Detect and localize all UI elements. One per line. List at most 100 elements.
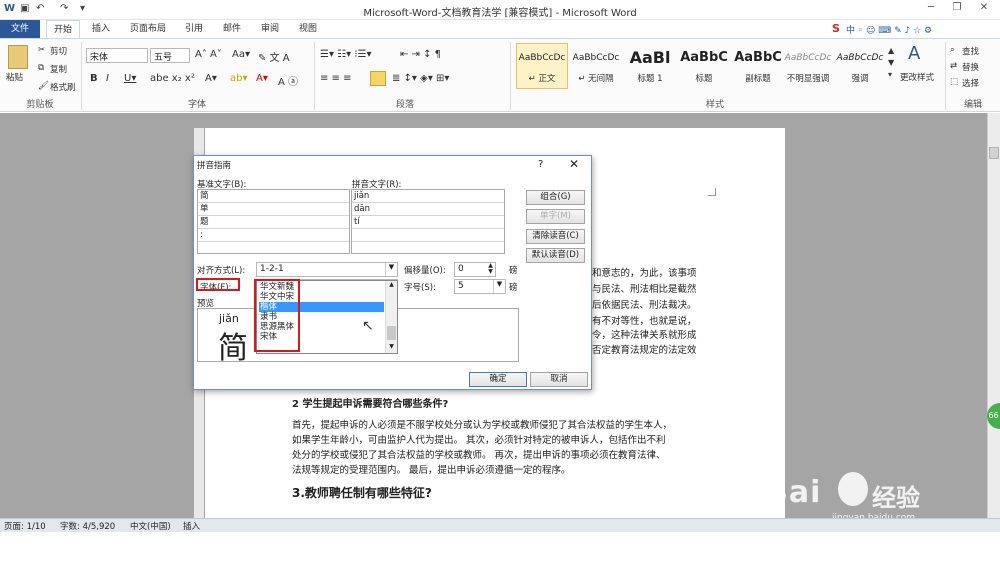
dropdown-scrollbar[interactable]: ▲ ▼	[385, 281, 397, 353]
close-window-icon[interactable]: ✕	[973, 2, 995, 17]
clear-reading-button[interactable]: 清除读音(C)	[526, 229, 585, 244]
replace-icon[interactable]: ⇄	[950, 61, 957, 71]
body-line: 和意志的，为此，该事项	[592, 268, 697, 279]
select-icon[interactable]: ⬚	[950, 77, 958, 87]
scroll-down-icon[interactable]: ▼	[386, 343, 397, 350]
cancel-button[interactable]: 取消	[530, 372, 588, 387]
single-char-button[interactable]: 单字(M)	[526, 209, 585, 224]
style-title[interactable]: AaBbC 标题	[678, 43, 730, 89]
chevron-down-icon[interactable]: ▼	[493, 280, 505, 293]
vertical-scrollbar[interactable]	[987, 113, 1000, 518]
justify-icon[interactable]	[370, 71, 386, 86]
format-painter-icon[interactable]: 🖌	[38, 81, 49, 91]
indent-icon[interactable]: ⇤ ⇥ ↕ ¶	[400, 49, 441, 60]
page-count[interactable]: 页面: 1/10	[4, 520, 46, 532]
paste-icon[interactable]	[8, 45, 28, 69]
ruby-text-cell[interactable]	[352, 229, 504, 242]
font-name-combo[interactable]: 宋体	[86, 48, 148, 63]
copy-icon[interactable]: ⧉	[38, 63, 44, 73]
ribbon: 粘贴 ✂ 剪切 ⧉ 复制 🖌 格式刷 剪贴板 宋体 五号 A˄ A˅ Aa▾ ✎…	[0, 38, 1000, 112]
ruby-text-cell[interactable]: jiǎn	[352, 190, 504, 203]
restore-icon[interactable]: ❐	[946, 2, 968, 17]
copy-button[interactable]: 复制	[50, 63, 67, 75]
grow-font-icon[interactable]: A˄ A˅	[195, 49, 222, 60]
bullets-icon[interactable]: ☰▾ ☷▾ ⁝☰▾	[320, 49, 372, 60]
base-text-cell[interactable]: 题	[198, 216, 349, 229]
ime-toolbar-icon[interactable]: 中 ◦ ☺ ⌨ ✎ ♪ ☆ ⚙	[846, 23, 932, 36]
ruby-text-cell[interactable]	[352, 242, 504, 255]
format-painter-button[interactable]: 格式刷	[50, 81, 76, 93]
replace-button[interactable]: 替换	[962, 61, 979, 73]
title-bar: W ▣ ↶ ↷ ▾ Microsoft-Word-文档教育法学 [兼容模式] -…	[0, 0, 1000, 20]
align-left-icon[interactable]: ≡ ≡ ≡	[320, 73, 352, 84]
style-emphasis[interactable]: AaBbCcDc 强调	[834, 43, 886, 89]
help-icon[interactable]: ?	[538, 159, 543, 170]
tab-view[interactable]: 视图	[292, 20, 324, 38]
ruby-text-cell[interactable]: dān	[352, 203, 504, 216]
font-size-combo[interactable]: 五号	[150, 48, 190, 63]
cut-button[interactable]: 剪切	[50, 45, 67, 57]
select-button[interactable]: 选择	[962, 77, 979, 89]
base-text-cell[interactable]: 简	[198, 190, 349, 203]
style-name: 标题 1	[637, 74, 663, 84]
ruby-text-grid: jiǎn dān tí	[351, 189, 505, 254]
scroll-up-icon[interactable]: ▲	[386, 281, 397, 288]
change-case-icon[interactable]: Aa▾	[232, 49, 250, 60]
base-text-cell[interactable]: 单	[198, 203, 349, 216]
align-select[interactable]: 1-2-1 ▼	[256, 262, 398, 277]
default-reading-button[interactable]: 默认读音(D)	[526, 248, 585, 263]
styles-scroll-icon[interactable]: ▲ ▼ ▾	[888, 45, 894, 81]
style-preview: AaBl	[629, 48, 671, 67]
language-status[interactable]: 中文(中国)	[130, 520, 171, 532]
tab-references[interactable]: 引用	[178, 20, 210, 38]
tab-review[interactable]: 审阅	[254, 20, 286, 38]
style-no-spacing[interactable]: AaBbCcDc ↵ 无间隔	[570, 43, 622, 89]
style-subtle-emphasis[interactable]: AaBbCcDc 不明显强调	[782, 43, 834, 89]
base-text-cell[interactable]	[198, 242, 349, 255]
close-icon[interactable]: ✕	[569, 157, 579, 171]
scroll-thumb[interactable]	[989, 147, 999, 159]
cut-icon[interactable]: ✂	[38, 45, 45, 55]
clipboard-group-label: 剪贴板	[26, 100, 54, 110]
find-button[interactable]: 查找	[962, 45, 979, 57]
tab-mailings[interactable]: 邮件	[216, 20, 248, 38]
insert-mode[interactable]: 插入	[183, 520, 200, 532]
change-styles-button[interactable]: 更改样式	[900, 71, 934, 83]
char-shading-icon[interactable]: A ⓐ	[278, 73, 298, 88]
minimize-icon[interactable]: ─	[920, 2, 942, 17]
group-button[interactable]: 组合(G)	[526, 190, 585, 205]
line-spacing-icon[interactable]: ≣ ↕▾ ◈▾ ⊞▾	[392, 73, 449, 84]
change-styles-icon[interactable]: A	[908, 43, 920, 64]
tab-home[interactable]: 开始	[46, 20, 80, 38]
find-icon[interactable]: ⌕	[950, 45, 955, 55]
style-heading1[interactable]: AaBl 标题 1	[624, 43, 676, 89]
dropdown-scroll-thumb[interactable]	[387, 326, 396, 340]
ok-button[interactable]: 确定	[469, 372, 527, 387]
size-select[interactable]: 5 ▼	[454, 279, 506, 294]
sogou-icon[interactable]: S	[832, 22, 840, 35]
spinner-icon[interactable]: ▲ ▼	[486, 263, 495, 275]
paste-button[interactable]: 粘贴	[6, 71, 23, 83]
base-text-cell[interactable]: :	[198, 229, 349, 242]
highlight-icon[interactable]: ab▾	[230, 73, 248, 84]
font-color-icon[interactable]: A▾	[256, 73, 268, 84]
baidu-paw-icon	[838, 472, 868, 506]
chevron-down-icon[interactable]: ▼	[385, 263, 397, 276]
italic-icon[interactable]: I	[106, 73, 109, 84]
offset-spinner[interactable]: 0 ▲ ▼	[454, 262, 496, 277]
text-effects-icon[interactable]: A▾	[205, 73, 217, 84]
word-count[interactable]: 字数: 4/5,920	[60, 520, 115, 532]
ruby-text-cell[interactable]: tí	[352, 216, 504, 229]
bold-icon[interactable]: B	[90, 73, 98, 84]
tab-file[interactable]: 文件	[0, 20, 40, 38]
highlight-font-label	[196, 278, 240, 291]
clear-format-icon[interactable]: ✎ 文 A	[258, 49, 290, 64]
tab-insert[interactable]: 插入	[84, 20, 118, 38]
strikethrough-icon[interactable]: abe x₂ x²	[150, 73, 195, 84]
tab-page-layout[interactable]: 页面布局	[124, 20, 172, 38]
style-normal[interactable]: AaBbCcDc ↵ 正文	[516, 43, 568, 89]
underline-icon[interactable]: U▾	[124, 73, 136, 84]
style-preview: AaBbCcDc	[572, 53, 620, 63]
style-subtitle[interactable]: AaBbC 副标题	[732, 43, 784, 89]
size-unit: 磅	[509, 283, 518, 293]
